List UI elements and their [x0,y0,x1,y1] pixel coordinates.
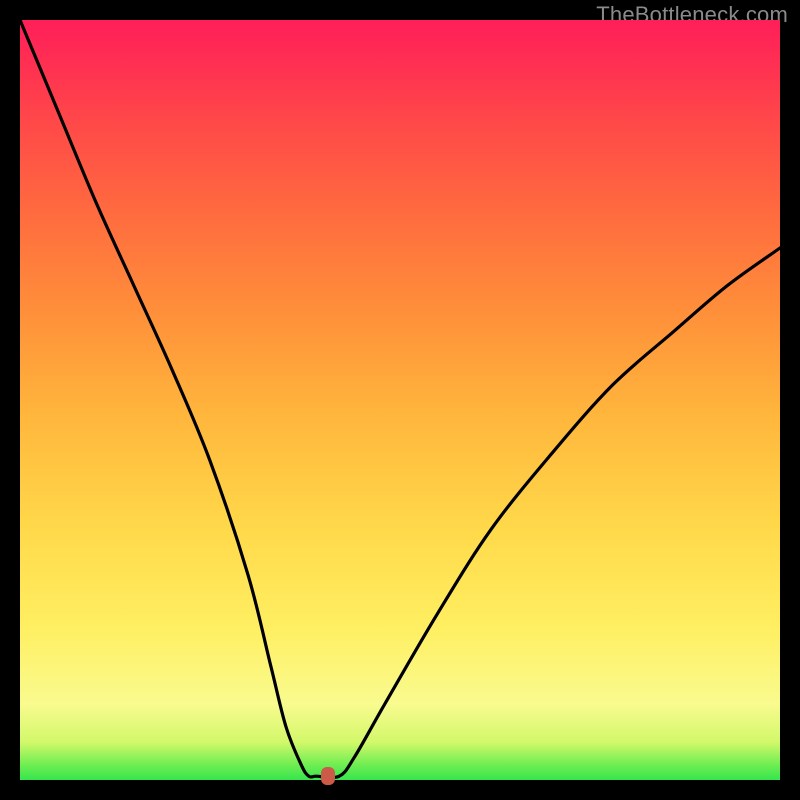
chart-frame: TheBottleneck.com [0,0,800,800]
curve-svg [20,20,780,780]
optimal-point-marker [321,767,335,785]
bottleneck-curve [20,20,780,778]
plot-area [20,20,780,780]
